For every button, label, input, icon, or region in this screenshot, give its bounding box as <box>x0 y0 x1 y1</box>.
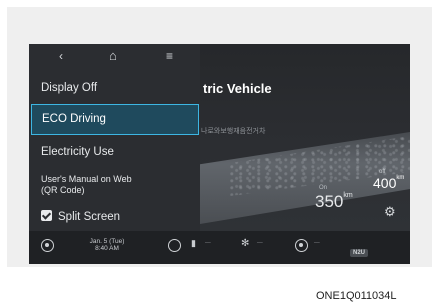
figure-caption: ONE1Q011034L <box>316 290 397 302</box>
steering-heat-icon[interactable] <box>295 239 308 256</box>
split-screen-checkbox[interactable] <box>41 210 52 221</box>
vehicle-title: tric Vehicle <box>203 81 272 96</box>
clock: Jan. 5 (Tue) 8:40 AM <box>75 238 139 252</box>
fan-level-icon: ─ <box>257 238 263 247</box>
infotainment-screen: tric Vehicle 나로와보행재음전거차 off 400km On 350… <box>29 44 410 264</box>
seat-heat-icon[interactable]: ▮ <box>191 239 196 248</box>
range-alt-value: 400 <box>373 175 397 191</box>
menu-item-label: User's Manual on Web <box>41 174 132 184</box>
menu-top-bar: ‹ ⌂ ≡ <box>29 44 200 70</box>
menu-item-label: Electricity Use <box>41 146 114 158</box>
menu-item-split-screen[interactable]: Split Screen <box>31 210 199 226</box>
seat-heat-level-icon: ─ <box>205 238 211 247</box>
menu-item-label: Split Screen <box>58 211 121 223</box>
status-badge: N2U <box>350 242 369 258</box>
vehicle-subtitle: 나로와보행재음전거차 <box>201 128 266 135</box>
range-main-value: 350 <box>315 192 344 211</box>
fan-icon[interactable]: ✻ <box>241 239 249 249</box>
range-alt-unit: km <box>396 175 405 181</box>
range-alt: 400km <box>373 175 404 193</box>
gear-icon[interactable]: ⚙ <box>384 205 396 218</box>
menu-item-display-off[interactable]: Display Off <box>31 82 199 102</box>
steering-heat-level-icon: ─ <box>314 238 320 247</box>
clock-icon[interactable] <box>168 239 181 256</box>
vehicle-map-panel <box>200 44 410 231</box>
back-icon[interactable]: ‹ <box>59 49 63 63</box>
range-main: 350km <box>315 192 353 212</box>
side-menu: ‹ ⌂ ≡ Display Off ECO Driving Electricit… <box>29 44 200 231</box>
status-bar: Jan. 5 (Tue) 8:40 AM ▮ ─ ✻ ─ ─ N2U <box>29 231 410 264</box>
menu-item-label: ECO Driving <box>42 113 106 125</box>
range-main-unit: km <box>343 192 353 199</box>
time-text: 8:40 AM <box>95 244 119 252</box>
menu-item-label-sub: (QR Code) <box>41 185 85 195</box>
menu-item-user-manual[interactable]: User's Manual on Web (QR Code) <box>31 174 199 198</box>
menu-item-label: Display Off <box>41 82 98 94</box>
power-icon[interactable] <box>41 239 54 256</box>
range-main-label: On <box>319 185 328 191</box>
menu-icon[interactable]: ≡ <box>166 49 173 63</box>
menu-item-eco-driving[interactable]: ECO Driving <box>31 104 199 135</box>
menu-item-electricity-use[interactable]: Electricity Use <box>31 146 199 166</box>
status-badge-text: N2U <box>350 249 369 257</box>
home-icon[interactable]: ⌂ <box>109 49 117 63</box>
